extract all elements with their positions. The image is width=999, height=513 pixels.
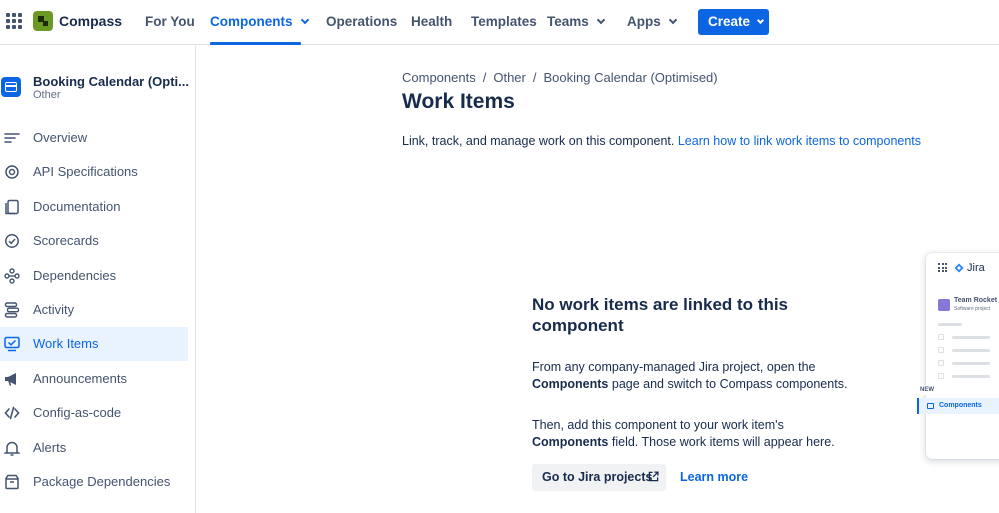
nav-teams-label: Teams: [547, 14, 589, 29]
dependencies-icon: [4, 268, 20, 284]
sidebar-item-label: Package Dependencies: [33, 474, 171, 489]
sidebar-item-package-dependencies[interactable]: Package Dependencies: [0, 465, 188, 499]
preview-components-label: Components: [939, 402, 982, 409]
jira-button-label: Go to Jira projects: [542, 470, 653, 484]
sidebar-item-label: Scorecards: [33, 233, 99, 248]
empty-state-title: No work items are linked to this compone…: [532, 295, 789, 335]
nav-components-label: Components: [210, 14, 293, 29]
project-avatar: [938, 299, 950, 311]
megaphone-icon: [5, 373, 16, 386]
nav-apps[interactable]: Apps: [627, 14, 677, 29]
create-button[interactable]: Create: [698, 9, 769, 35]
create-button-label: Create: [708, 14, 751, 29]
bell-icon: [4, 441, 20, 456]
sidebar-item-label: Documentation: [33, 199, 121, 214]
top-navigation: Compass For You Components Operations He…: [0, 0, 999, 45]
sidebar-item-label: Announcements: [33, 371, 127, 386]
active-tab-indicator: [210, 42, 301, 45]
scorecard-icon: [5, 234, 19, 248]
sidebar-item-dependencies[interactable]: Dependencies: [0, 259, 188, 293]
sidebar-item-scorecards[interactable]: Scorecards: [0, 224, 188, 258]
chevron-down-icon: [756, 16, 765, 25]
page-title: Work Items: [402, 90, 515, 113]
jira-logo-icon: [954, 263, 964, 273]
documentation-icon: [5, 199, 19, 215]
sidebar-item-documentation[interactable]: Documentation: [0, 190, 188, 224]
sidebar-item-activity[interactable]: Activity: [0, 293, 188, 327]
placeholder-icon: [938, 373, 944, 379]
sidebar-item-config-as-code[interactable]: Config-as-code: [0, 396, 188, 430]
package-icon: [4, 474, 20, 490]
breadcrumb-item[interactable]: Booking Calendar (Optimised): [543, 70, 717, 85]
sidebar: Booking Calendar (Opti... Other Overview…: [0, 46, 196, 513]
sidebar-item-label: Work Items: [33, 336, 99, 351]
empty-state-paragraph-2: Then, add this component to your work it…: [532, 418, 835, 449]
breadcrumb-item[interactable]: Components: [402, 70, 476, 85]
empty-state-paragraph-1: From any company-managed Jira project, o…: [532, 360, 848, 391]
sidebar-item-label: Config-as-code: [33, 405, 122, 420]
sidebar-item-label: API Specifications: [33, 164, 138, 179]
nav-health[interactable]: Health: [411, 14, 452, 29]
jira-wordmark: Jira: [967, 262, 985, 274]
go-to-jira-projects-button[interactable]: Go to Jira projects: [532, 464, 666, 491]
team-name: Team Rocket: [954, 297, 998, 304]
compass-logo-icon[interactable]: [33, 11, 53, 31]
app-switcher-icon: [938, 263, 947, 272]
component-icon: [1, 77, 21, 97]
component-icon: [927, 403, 934, 409]
external-link-icon: [648, 471, 659, 482]
description-text: Link, track, and manage work on this com…: [402, 134, 675, 148]
preview-components-item: Components: [917, 398, 999, 414]
nav-operations[interactable]: Operations: [326, 14, 397, 29]
sidebar-item-api-specifications[interactable]: API Specifications: [0, 155, 188, 189]
activity-icon: [4, 302, 20, 318]
team-subtitle: Software project: [954, 306, 991, 312]
placeholder-line: [952, 375, 990, 378]
api-icon: [5, 165, 19, 179]
chevron-down-icon: [668, 15, 677, 25]
overview-icon: [4, 133, 20, 143]
chevron-down-icon: [596, 15, 606, 25]
sidebar-item-label: Alerts: [33, 440, 67, 455]
sidebar-item-announcements[interactable]: Announcements: [0, 362, 188, 396]
page-description: Link, track, and manage work on this com…: [402, 134, 921, 148]
component-type: Other: [33, 89, 61, 101]
sidebar-item-label: Overview: [33, 130, 88, 145]
nav-for-you[interactable]: For You: [145, 14, 195, 29]
placeholder-line: [952, 349, 990, 352]
placeholder-line: [938, 323, 962, 326]
breadcrumb-item[interactable]: Other: [493, 70, 526, 85]
nav-templates[interactable]: Templates: [471, 14, 537, 29]
sidebar-item-overview[interactable]: Overview: [0, 121, 188, 155]
sidebar-item-label: Dependencies: [33, 268, 117, 283]
product-name[interactable]: Compass: [59, 13, 122, 29]
nav-teams[interactable]: Teams: [547, 14, 606, 29]
sidebar-item-label: Activity: [33, 302, 75, 317]
breadcrumb: Components / Other / Booking Calendar (Optim…: [402, 70, 718, 85]
jira-preview-illustration: Jira Team Rocket Software project: [926, 253, 999, 459]
placeholder-icon: [938, 347, 944, 353]
placeholder-line: [952, 362, 990, 365]
nav-components[interactable]: Components: [210, 14, 309, 29]
placeholder-line: [952, 336, 990, 339]
nav-apps-label: Apps: [627, 14, 661, 29]
placeholder-icon: [938, 334, 944, 340]
work-items-icon: [4, 336, 20, 352]
sidebar-item-work-items[interactable]: Work Items: [0, 327, 188, 361]
new-badge: NEW: [918, 385, 936, 395]
component-name[interactable]: Booking Calendar (Opti...: [33, 74, 189, 89]
learn-more-link[interactable]: Learn more: [680, 470, 748, 484]
learn-link-work-items-link[interactable]: Learn how to link work items to componen…: [678, 134, 921, 148]
placeholder-icon: [938, 360, 944, 366]
app-switcher-icon[interactable]: [6, 13, 22, 29]
chevron-down-icon: [300, 15, 309, 25]
code-icon: [4, 406, 20, 420]
sidebar-item-alerts[interactable]: Alerts: [0, 431, 188, 465]
